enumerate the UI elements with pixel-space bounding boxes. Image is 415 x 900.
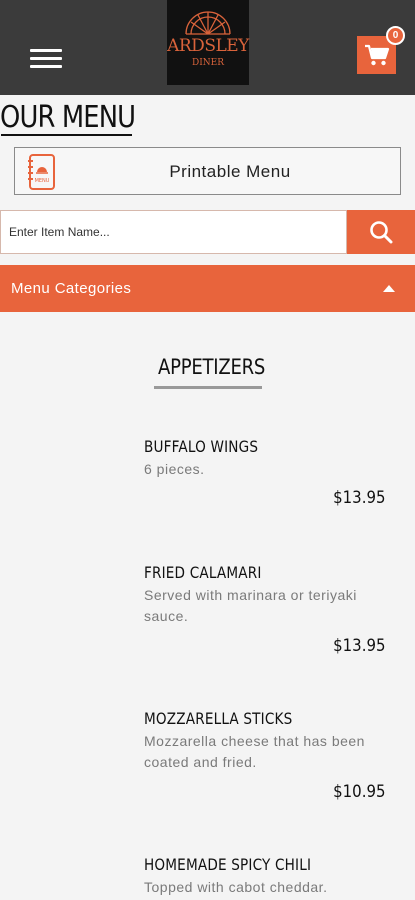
item-name: BUFFALO WINGS [144,437,259,456]
page-title: OUR MENU [0,100,136,135]
item-description: Topped with cabot cheddar. [144,879,328,895]
item-name: MOZZARELLA STICKS [144,709,293,728]
section-underline [154,386,262,389]
search-input[interactable] [0,210,347,254]
item-description: 6 pieces. [144,461,205,477]
section-title: APPETIZERS [158,355,266,379]
hamburger-menu-icon[interactable] [30,49,62,69]
menu-categories-label: Menu Categories [11,280,132,297]
caret-up-icon [383,285,395,292]
menu-item[interactable]: BUFFALO WINGS 6 pieces. $13.95 [144,437,394,508]
item-price: $10.95 [332,782,385,802]
logo-name: ARDSLEY [167,36,249,56]
item-description: Mozzarella cheese that has been coated a… [144,733,365,770]
item-price: $13.95 [332,488,385,508]
menu-categories-toggle[interactable]: Menu Categories [0,265,415,312]
app-header: ARDSLEY DINER 0 [0,0,415,95]
cart-count-badge: 0 [386,26,405,45]
item-price: $13.95 [332,636,385,656]
menu-item[interactable]: FRIED CALAMARI Served with marinara or t… [144,563,394,656]
item-name: FRIED CALAMARI [144,563,262,582]
item-description: Served with marinara or teriyaki sauce. [144,587,357,624]
printable-menu-button[interactable]: MENU Printable Menu [14,147,401,195]
item-name: HOMEMADE SPICY CHILI [144,855,312,874]
search-bar [0,210,415,254]
search-button[interactable] [347,210,415,254]
search-icon [370,221,393,244]
fan-emblem-icon [185,11,231,35]
menu-item[interactable]: MOZZARELLA STICKS Mozzarella cheese that… [144,709,394,802]
title-underline [1,134,132,136]
cart-icon [365,44,390,66]
menu-item[interactable]: HOMEMADE SPICY CHILI Topped with cabot c… [144,855,394,898]
logo-subtitle: DINER [192,58,224,68]
printable-menu-label: Printable Menu [169,162,291,181]
ardsley-diner-logo[interactable]: ARDSLEY DINER [167,0,249,85]
